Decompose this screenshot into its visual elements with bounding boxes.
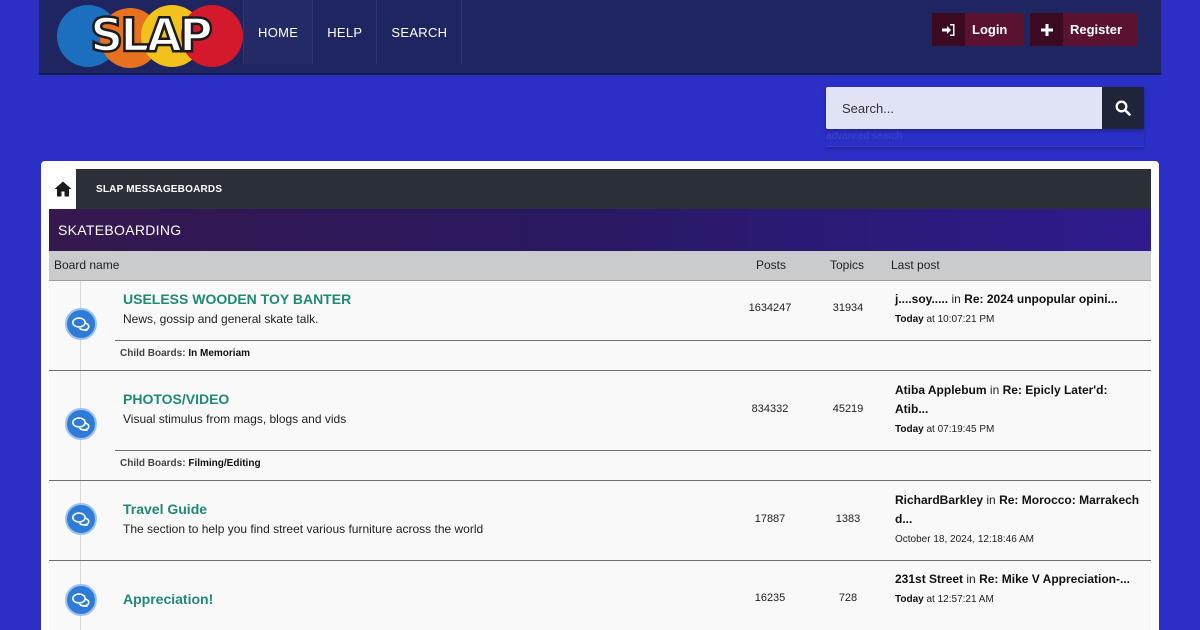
- nav-search[interactable]: SEARCH: [377, 0, 463, 64]
- board-row: USELESS WOODEN TOY BANTER News, gossip a…: [49, 281, 1151, 371]
- board-topics: 45219: [832, 403, 864, 415]
- board-posts: 16235: [754, 592, 786, 604]
- board-index-panel: SLAP MESSAGEBOARDS SKATEBOARDING Board n…: [41, 161, 1159, 630]
- comments-icon: [72, 512, 90, 526]
- board-icon[interactable]: [65, 308, 97, 340]
- nav-home[interactable]: HOME: [243, 0, 314, 64]
- top-header: SLAP HOME HELP SEARCH Login Register: [39, 0, 1161, 75]
- board-topics: 1383: [835, 513, 861, 525]
- child-boards: Child Boards: In Memoriam: [120, 348, 251, 359]
- last-post-user[interactable]: Atiba Applebum: [895, 383, 987, 397]
- board-posts: 834332: [751, 403, 789, 415]
- board-row: Travel Guide The section to help you fin…: [49, 481, 1151, 561]
- comments-icon: [72, 417, 90, 431]
- login-label: Login: [972, 22, 1008, 37]
- board-last-post: RichardBarkley in Re: Morocco: Marrakech…: [895, 493, 1140, 545]
- board-title[interactable]: PHOTOS/VIDEO: [123, 391, 229, 407]
- slap-logo[interactable]: SLAP: [55, 3, 245, 69]
- board-last-post: 231st Street in Re: Mike V Appreciation-…: [895, 572, 1130, 605]
- last-post-time: Today at 12:57:21 AM: [895, 594, 994, 605]
- board-icon[interactable]: [65, 503, 97, 535]
- search-box: [826, 87, 1144, 129]
- board-description: Visual stimulus from mags, blogs and vid…: [123, 412, 347, 426]
- home-button[interactable]: [49, 169, 76, 209]
- last-post-time: Today at 10:07:21 PM: [895, 314, 995, 325]
- comments-icon: [72, 593, 90, 607]
- sign-in-icon: [932, 13, 965, 46]
- breadcrumb: SLAP MESSAGEBOARDS: [49, 169, 1151, 209]
- board-posts: 17887: [754, 513, 786, 525]
- board-topics: 31934: [832, 302, 864, 314]
- last-post-topic[interactable]: Re: 2024 unpopular opini...: [964, 292, 1117, 306]
- board-topics: 728: [838, 592, 858, 604]
- board-title[interactable]: USELESS WOODEN TOY BANTER: [123, 291, 351, 307]
- board-icon[interactable]: [65, 584, 97, 616]
- column-headers: Board name Posts Topics Last post: [49, 251, 1151, 281]
- search-icon: [1115, 100, 1131, 116]
- child-board-link[interactable]: In Memoriam: [188, 348, 250, 359]
- board-title[interactable]: Travel Guide: [123, 501, 207, 517]
- search-button[interactable]: [1102, 87, 1144, 129]
- last-post-user[interactable]: 231st Street: [895, 572, 963, 586]
- category-title[interactable]: SKATEBOARDING: [49, 209, 1151, 251]
- main-nav: HOME HELP SEARCH: [243, 0, 463, 64]
- last-post-topic[interactable]: Re: Mike V Appreciation-...: [979, 572, 1130, 586]
- last-post-time: October 18, 2024, 12:18:46 AM: [895, 534, 1034, 545]
- last-post-user[interactable]: RichardBarkley: [895, 493, 983, 507]
- board-description: News, gossip and general skate talk.: [123, 312, 319, 326]
- nav-help[interactable]: HELP: [313, 0, 378, 64]
- child-board-link[interactable]: Filming/Editing: [188, 458, 260, 469]
- board-icon[interactable]: [65, 408, 97, 440]
- child-boards: Child Boards: Filming/Editing: [120, 458, 261, 469]
- board-posts: 1634247: [748, 302, 792, 314]
- advanced-search-link[interactable]: advanced search: [826, 131, 1144, 147]
- board-row: PHOTOS/VIDEO Visual stimulus from mags, …: [49, 371, 1151, 481]
- last-post-user[interactable]: j....soy.....: [895, 292, 948, 306]
- plus-icon: [1030, 13, 1063, 46]
- last-post-time: Today at 07:19:45 PM: [895, 424, 995, 435]
- login-button[interactable]: Login: [932, 13, 1024, 46]
- logo-text: SLAP: [90, 8, 211, 62]
- register-button[interactable]: Register: [1030, 13, 1139, 46]
- col-board-name: Board name: [54, 258, 120, 272]
- home-icon: [54, 181, 71, 197]
- col-topics: Topics: [830, 258, 865, 272]
- col-last-post: Last post: [891, 258, 940, 272]
- comments-icon: [72, 317, 90, 331]
- board-title[interactable]: Appreciation!: [123, 591, 213, 607]
- breadcrumb-item[interactable]: SLAP MESSAGEBOARDS: [96, 184, 222, 195]
- col-posts: Posts: [756, 258, 787, 272]
- board-row: Appreciation! 16235 728 231st Street in …: [49, 561, 1151, 630]
- board-last-post: Atiba Applebum in Re: Epicly Later'd: At…: [895, 383, 1108, 435]
- board-description: The section to help you find street vari…: [123, 522, 484, 536]
- register-label: Register: [1070, 22, 1123, 37]
- board-last-post: j....soy..... in Re: 2024 unpopular opin…: [895, 292, 1118, 325]
- search-input[interactable]: [826, 87, 1102, 129]
